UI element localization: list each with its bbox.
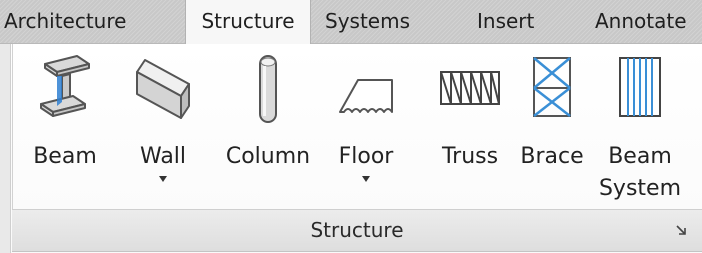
tab-structure[interactable]: Structure bbox=[185, 0, 311, 44]
tab-annotate[interactable]: Annotate bbox=[595, 0, 702, 43]
beam-system-label-line2: System bbox=[598, 176, 682, 201]
ribbon-left-edge bbox=[0, 44, 11, 253]
wall-button[interactable]: Wall bbox=[121, 50, 205, 190]
truss-icon bbox=[440, 71, 500, 105]
floor-icon bbox=[339, 79, 393, 113]
tab-systems[interactable]: Systems bbox=[325, 0, 435, 43]
ribbon-tab-bar: Architecture Structure Systems Insert An… bbox=[0, 0, 702, 44]
wall-label: Wall bbox=[139, 144, 187, 169]
brace-label: Brace bbox=[520, 144, 584, 169]
truss-label: Truss bbox=[441, 144, 499, 169]
tab-architecture[interactable]: Architecture bbox=[4, 0, 174, 43]
wall-dropdown-arrow-icon[interactable] bbox=[159, 176, 167, 182]
column-icon bbox=[259, 55, 277, 123]
brace-icon bbox=[533, 57, 571, 117]
floor-button[interactable]: Floor bbox=[329, 50, 403, 190]
beam-system-button[interactable]: Beam System bbox=[597, 50, 683, 210]
tab-insert[interactable]: Insert bbox=[477, 0, 557, 43]
column-button[interactable]: Column bbox=[217, 50, 319, 190]
floor-label: Floor bbox=[338, 144, 394, 169]
beam-label: Beam bbox=[33, 144, 97, 169]
brace-button[interactable]: Brace bbox=[517, 50, 587, 190]
beam-icon bbox=[40, 55, 90, 117]
truss-button[interactable]: Truss bbox=[433, 50, 507, 190]
panel-title: Structure bbox=[310, 218, 404, 242]
floor-dropdown-arrow-icon[interactable] bbox=[362, 176, 370, 182]
beam-system-label-line1: Beam bbox=[608, 144, 672, 169]
beam-system-icon bbox=[619, 57, 661, 117]
panel-title-bar: Structure bbox=[12, 209, 702, 252]
wall-icon bbox=[136, 59, 190, 119]
beam-button[interactable]: Beam bbox=[23, 50, 107, 190]
dialog-launcher-icon[interactable] bbox=[674, 223, 688, 237]
column-label: Column bbox=[225, 144, 311, 169]
